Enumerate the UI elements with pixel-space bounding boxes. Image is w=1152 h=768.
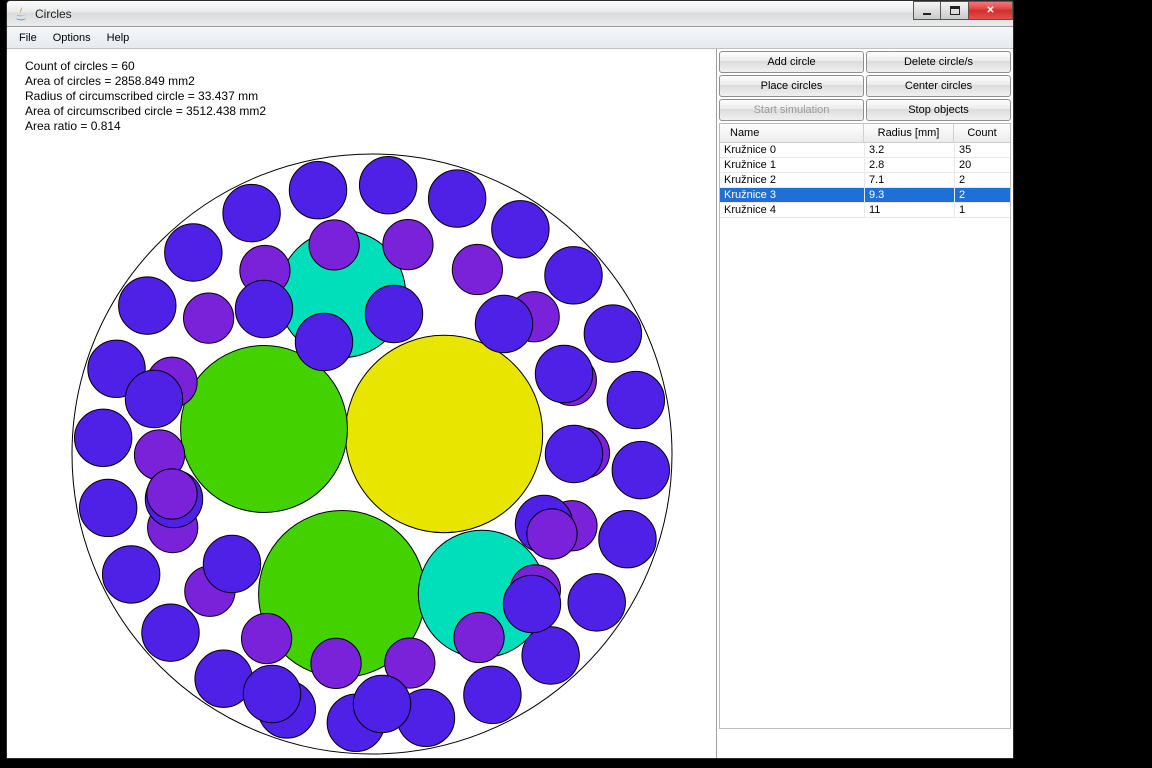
cell-name: Kružnice 4	[720, 203, 864, 217]
cell-name: Kružnice 1	[720, 158, 864, 172]
minimize-button[interactable]	[913, 1, 941, 20]
table-header: Name Radius [mm] Count	[720, 124, 1010, 143]
delete-circle-button[interactable]: Delete circle/s	[866, 51, 1011, 73]
table-body: Kružnice 03.235Kružnice 12.820Kružnice 2…	[720, 143, 1010, 218]
cell-count: 1	[954, 203, 1010, 217]
table-row[interactable]: Kružnice 12.820	[720, 158, 1010, 173]
window-title: Circles	[35, 7, 72, 21]
menu-help[interactable]: Help	[99, 30, 138, 46]
circle-packing-plot	[7, 49, 717, 759]
table-row[interactable]: Kružnice 4111	[720, 203, 1010, 218]
cell-radius: 7.1	[864, 173, 954, 187]
cell-radius: 11	[864, 203, 954, 217]
circles-table[interactable]: Name Radius [mm] Count Kružnice 03.235Kr…	[719, 123, 1011, 729]
start-simulation-button: Start simulation	[719, 99, 864, 121]
window-controls	[913, 1, 1013, 20]
cell-name: Kružnice 2	[720, 173, 864, 187]
cell-radius: 3.2	[864, 143, 954, 157]
menubar: File Options Help	[7, 27, 1013, 49]
titlebar[interactable]: Circles	[7, 1, 1013, 27]
col-name[interactable]: Name	[720, 124, 864, 142]
center-circles-button[interactable]: Center circles	[866, 75, 1011, 97]
col-count[interactable]: Count	[954, 124, 1010, 142]
menu-options[interactable]: Options	[45, 30, 99, 46]
stop-objects-button[interactable]: Stop objects	[866, 99, 1011, 121]
menu-file[interactable]: File	[11, 30, 45, 46]
cell-count: 2	[954, 188, 1010, 202]
close-button[interactable]	[969, 1, 1013, 20]
cell-radius: 2.8	[864, 158, 954, 172]
place-circles-button[interactable]: Place circles	[719, 75, 864, 97]
button-grid: Add circle Delete circle/s Place circles…	[719, 51, 1011, 121]
table-row[interactable]: Kružnice 27.12	[720, 173, 1010, 188]
table-row[interactable]: Kružnice 03.235	[720, 143, 1010, 158]
col-radius[interactable]: Radius [mm]	[864, 124, 954, 142]
cell-count: 20	[954, 158, 1010, 172]
table-fill	[720, 218, 1010, 728]
cell-name: Kružnice 0	[720, 143, 864, 157]
java-icon	[13, 6, 29, 22]
cell-name: Kružnice 3	[720, 188, 864, 202]
cell-radius: 9.3	[864, 188, 954, 202]
app-window: Circles File Options Help Count of circl…	[6, 0, 1014, 759]
cell-count: 2	[954, 173, 1010, 187]
add-circle-button[interactable]: Add circle	[719, 51, 864, 73]
table-row[interactable]: Kružnice 39.32	[720, 188, 1010, 203]
maximize-button[interactable]	[941, 1, 969, 20]
canvas-pane[interactable]: Count of circles = 60 Area of circles = …	[7, 49, 717, 758]
cell-count: 35	[954, 143, 1010, 157]
right-pane: Add circle Delete circle/s Place circles…	[717, 49, 1013, 758]
